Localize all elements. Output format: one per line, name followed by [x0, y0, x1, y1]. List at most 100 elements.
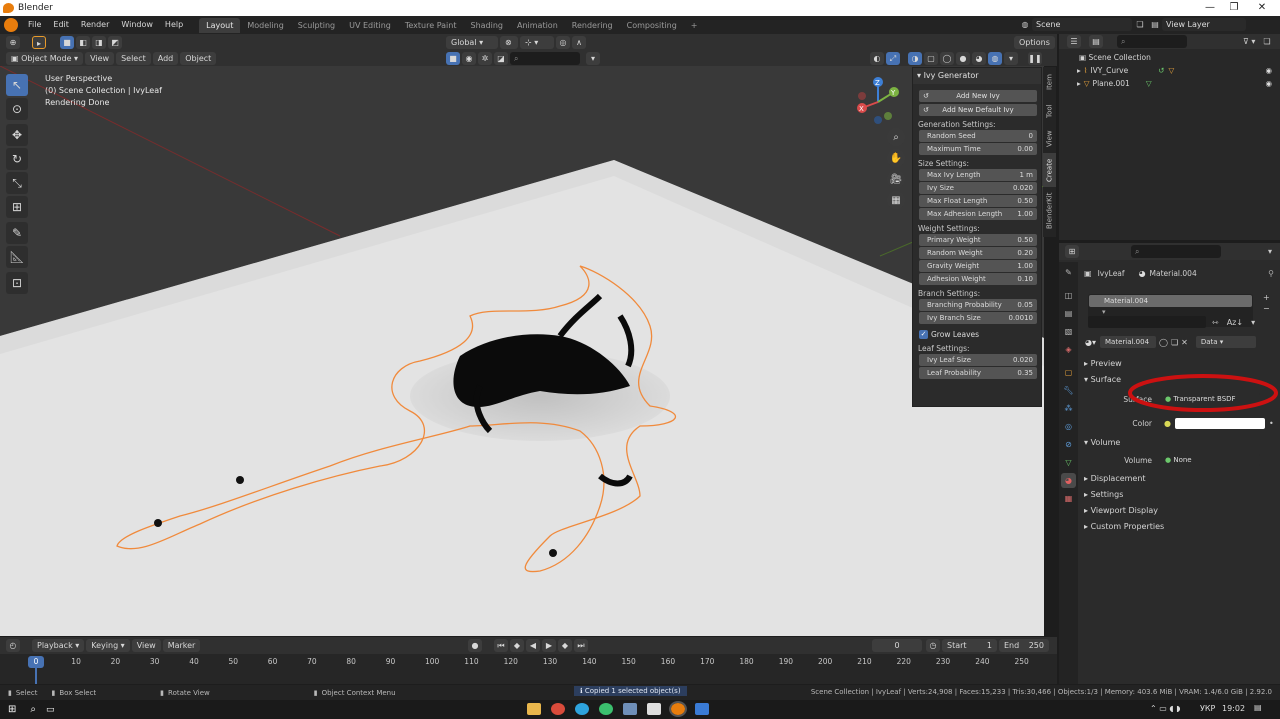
menu-select[interactable]: Select	[116, 51, 151, 65]
fake-user-icon[interactable]: ◯	[1159, 338, 1168, 347]
shading-options-icon[interactable]: ▾	[1004, 52, 1018, 65]
visibility-eye-icon[interactable]: ◉	[1265, 77, 1272, 90]
menu-window[interactable]: Window	[115, 16, 159, 34]
properties-editor-icon[interactable]: ⊞	[1065, 245, 1079, 258]
clock[interactable]: 19:02	[1222, 704, 1245, 713]
object-type-icon[interactable]: ■	[446, 52, 460, 65]
rotate-icon[interactable]: ↻	[6, 148, 28, 170]
measure-icon[interactable]: 📐︎	[6, 246, 28, 268]
ortho-grid-icon[interactable]: ▦	[887, 191, 905, 209]
shading-material-icon[interactable]: ◕	[972, 52, 986, 65]
taskbar-search-icon[interactable]: ⌕	[30, 704, 36, 715]
timeline-view-menu[interactable]: View	[131, 639, 161, 652]
tab-item[interactable]: Item	[1043, 67, 1056, 97]
select-new-icon[interactable]: ■	[60, 35, 74, 49]
mesh-filter-icon[interactable]: ◉	[462, 52, 476, 65]
proportional-icon[interactable]: ◎	[556, 36, 570, 49]
menu-render[interactable]: Render	[75, 16, 115, 34]
visibility-eye-icon[interactable]: ◉	[1265, 64, 1272, 77]
max-adhesion-length-field[interactable]: Max Adhesion Length 1.00	[919, 208, 1037, 220]
telegram-icon[interactable]	[575, 703, 589, 715]
viewport-search-input[interactable]: ⌕	[510, 52, 580, 65]
shading-wire-icon[interactable]: ◯	[940, 52, 954, 65]
outliner-row-scene-collection[interactable]: ▣ Scene Collection	[1059, 51, 1280, 64]
material-name-field[interactable]: Material.004	[1100, 336, 1156, 348]
view-layer-selector[interactable]: View Layer	[1162, 18, 1246, 31]
color-swatch[interactable]	[1174, 417, 1265, 429]
tab-animation[interactable]: Animation	[510, 18, 565, 33]
notification-icon[interactable]: ▤	[1254, 703, 1262, 712]
viewport-display-panel-header[interactable]: ▸ Viewport Display	[1084, 503, 1274, 518]
shading-solid-icon[interactable]: ●	[956, 52, 970, 65]
app-icon[interactable]	[623, 703, 637, 715]
falloff-icon[interactable]: ∧	[572, 36, 586, 49]
material-slot-row[interactable]: Material.004	[1089, 295, 1252, 307]
ivy-branch-size-field[interactable]: Ivy Branch Size 0.0010	[919, 312, 1037, 324]
displacement-panel-header[interactable]: ▸ Displacement	[1084, 471, 1274, 486]
duplicate-material-icon[interactable]: ❏	[1171, 338, 1178, 347]
tab-create[interactable]: Create	[1043, 153, 1056, 187]
modifier-tab-icon[interactable]: 🔧︎	[1061, 383, 1076, 398]
particles-tab-icon[interactable]: ⁂	[1061, 401, 1076, 416]
link-dropdown[interactable]: Data ▾	[1195, 336, 1256, 348]
sort-alpha-icon[interactable]: Az↓	[1227, 318, 1243, 327]
chrome-icon[interactable]	[551, 703, 565, 715]
minimize-button[interactable]: —	[1200, 1, 1220, 14]
keying-menu[interactable]: Keying ▾	[86, 639, 130, 652]
marker-menu[interactable]: Marker	[162, 639, 201, 652]
data-tab-icon[interactable]: ▽	[1061, 455, 1076, 470]
new-collection-icon[interactable]: ❏	[1263, 37, 1270, 46]
adhesion-weight-field[interactable]: Adhesion Weight 0.10	[919, 273, 1037, 285]
grow-leaves-checkbox[interactable]: ✓ Grow Leaves	[919, 328, 1041, 340]
light-filter-icon[interactable]: ✲	[478, 52, 492, 65]
xray-icon[interactable]: ▢	[924, 52, 938, 65]
view-layer-tab-icon[interactable]: ▧	[1061, 324, 1076, 339]
tab-sculpting[interactable]: Sculpting	[291, 18, 342, 33]
playhead-frame[interactable]: 0	[28, 656, 44, 668]
output-tab-icon[interactable]: ▤	[1061, 306, 1076, 321]
primary-weight-field[interactable]: Primary Weight 0.50	[919, 234, 1037, 246]
remove-slot-icon[interactable]: −	[1263, 303, 1270, 314]
snap-icon[interactable]: ⊹ ▾	[520, 36, 554, 49]
physics-tab-icon[interactable]: ◎	[1061, 419, 1076, 434]
custom-properties-panel-header[interactable]: ▸ Custom Properties	[1084, 519, 1274, 534]
outliner-row-ivy-curve[interactable]: ▸ ⌇ IVY_Curve ↺ ▽ ◉	[1059, 64, 1280, 77]
ivy-panel-header[interactable]: ▾ Ivy Generator	[913, 68, 1041, 84]
expand-icon[interactable]: ▸	[1077, 64, 1081, 77]
end-frame-field[interactable]: End 250	[999, 639, 1049, 652]
jump-start-icon[interactable]: ⏮	[494, 639, 508, 652]
constraints-tab-icon[interactable]: ⊘	[1061, 437, 1076, 452]
orientation-dropdown[interactable]: Global ▾	[446, 36, 498, 49]
slot-menu-icon[interactable]: ▾	[1251, 318, 1255, 327]
move-icon[interactable]: ✥	[6, 124, 28, 146]
menu-help[interactable]: Help	[159, 16, 189, 34]
gizmo-toggle-icon[interactable]: ⤢	[886, 52, 900, 65]
display-mode-icon[interactable]: ▤	[1089, 35, 1103, 48]
add-workspace-button[interactable]: +	[684, 18, 705, 33]
new-scene-icon[interactable]: ❏	[1132, 20, 1148, 29]
tab-uv-editing[interactable]: UV Editing	[342, 18, 398, 33]
select-extend-icon[interactable]: ◧	[76, 35, 90, 49]
tab-compositing[interactable]: Compositing	[620, 18, 684, 33]
tab-modeling[interactable]: Modeling	[240, 18, 290, 33]
tab-layout[interactable]: Layout	[199, 18, 241, 33]
language-indicator[interactable]: УКР	[1200, 704, 1215, 713]
search-dropdown-icon[interactable]: ▾	[586, 52, 600, 65]
material-browse-icon[interactable]: ◕▾	[1085, 338, 1096, 347]
timeline[interactable]: 0 10 20 30 40 50 60 70 80 90 100 110 120 130 140 150 160…	[0, 654, 1057, 684]
select-cursor-icon[interactable]: ↖	[6, 74, 28, 96]
leaf-probability-field[interactable]: Leaf Probability 0.35	[919, 367, 1037, 379]
jump-key-back-icon[interactable]: ◆	[510, 639, 524, 652]
maximize-button[interactable]: ❐	[1224, 1, 1244, 14]
ivy-size-field[interactable]: Ivy Size 0.020	[919, 182, 1037, 194]
options-dropdown[interactable]: Options ▾	[1014, 36, 1055, 60]
overlay-toggle-icon[interactable]: ◑	[908, 52, 922, 65]
camera-filter-icon[interactable]: ◪	[494, 52, 508, 65]
app-icon[interactable]	[599, 703, 613, 715]
jump-key-forward-icon[interactable]: ◆	[558, 639, 572, 652]
menu-add[interactable]: Add	[152, 51, 179, 65]
gravity-weight-field[interactable]: Gravity Weight 1.00	[919, 260, 1037, 272]
scale-icon[interactable]: ⤡	[6, 172, 28, 194]
blender-menu-icon[interactable]	[4, 18, 18, 32]
pivot-icon[interactable]: ⊗	[500, 36, 518, 49]
